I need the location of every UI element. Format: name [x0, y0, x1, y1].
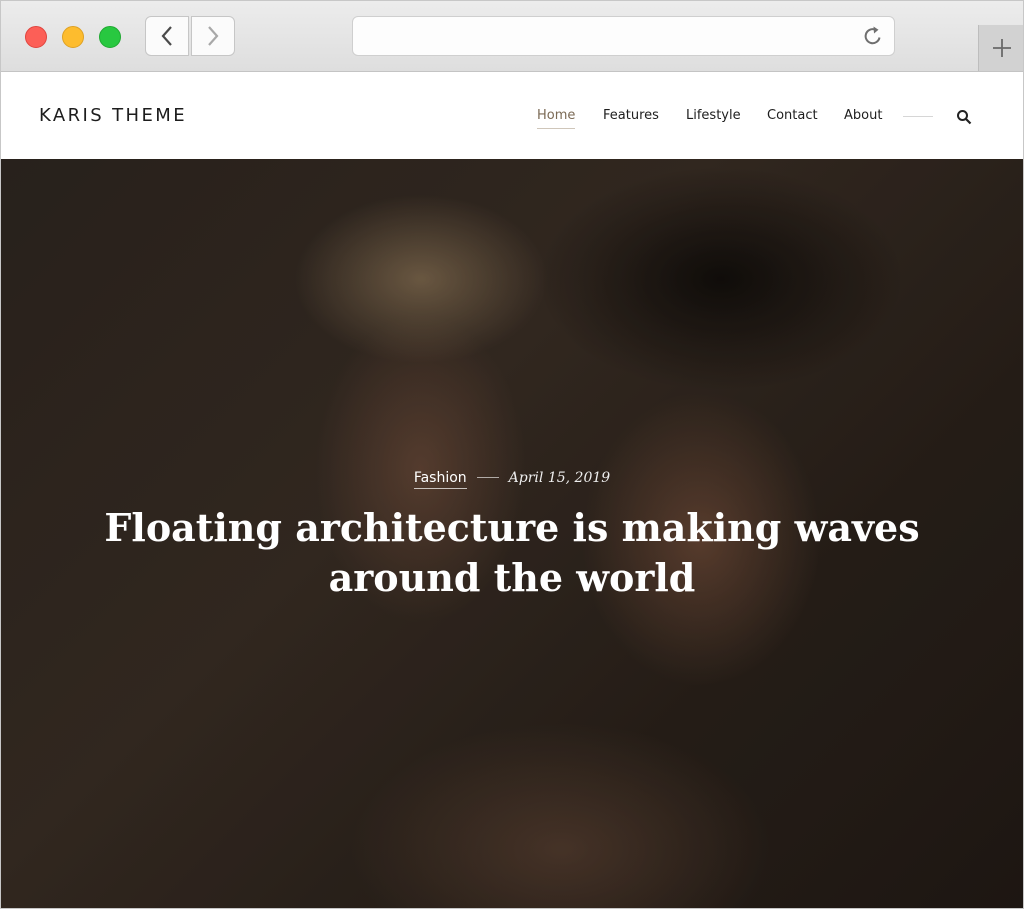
post-title[interactable]: Floating architecture is making waves ar… [61, 503, 963, 603]
chevron-right-icon [208, 26, 219, 46]
nav-item-features[interactable]: Features [603, 108, 659, 123]
search-icon[interactable] [956, 109, 972, 125]
back-button[interactable] [145, 16, 189, 56]
reload-icon[interactable] [862, 25, 884, 47]
site-logo[interactable]: KARIS THEME [39, 105, 187, 126]
nav-item-lifestyle[interactable]: Lifestyle [686, 108, 741, 123]
browser-window: KARIS THEME Home Features Lifestyle Cont… [0, 0, 1024, 909]
post-meta: Fashion April 15, 2019 [1, 469, 1023, 489]
nav-divider [903, 116, 933, 117]
hero-banner[interactable]: Fashion April 15, 2019 Floating architect… [1, 159, 1023, 908]
browser-toolbar [1, 1, 1023, 72]
nav-item-contact[interactable]: Contact [767, 108, 818, 123]
new-tab-button[interactable] [978, 25, 1023, 71]
site-header: KARIS THEME Home Features Lifestyle Cont… [1, 72, 1023, 159]
chevron-left-icon [161, 26, 172, 46]
plus-icon [993, 39, 1011, 57]
post-category-link[interactable]: Fashion [413, 470, 467, 489]
post-date: April 15, 2019 [508, 470, 611, 486]
address-bar[interactable] [352, 16, 895, 56]
meta-divider [476, 477, 499, 479]
forward-button[interactable] [191, 16, 235, 56]
nav-item-home[interactable]: Home [537, 108, 576, 129]
close-window-button[interactable] [25, 26, 47, 48]
minimize-window-button[interactable] [62, 26, 84, 48]
nav-item-about[interactable]: About [844, 108, 882, 123]
maximize-window-button[interactable] [99, 26, 121, 48]
